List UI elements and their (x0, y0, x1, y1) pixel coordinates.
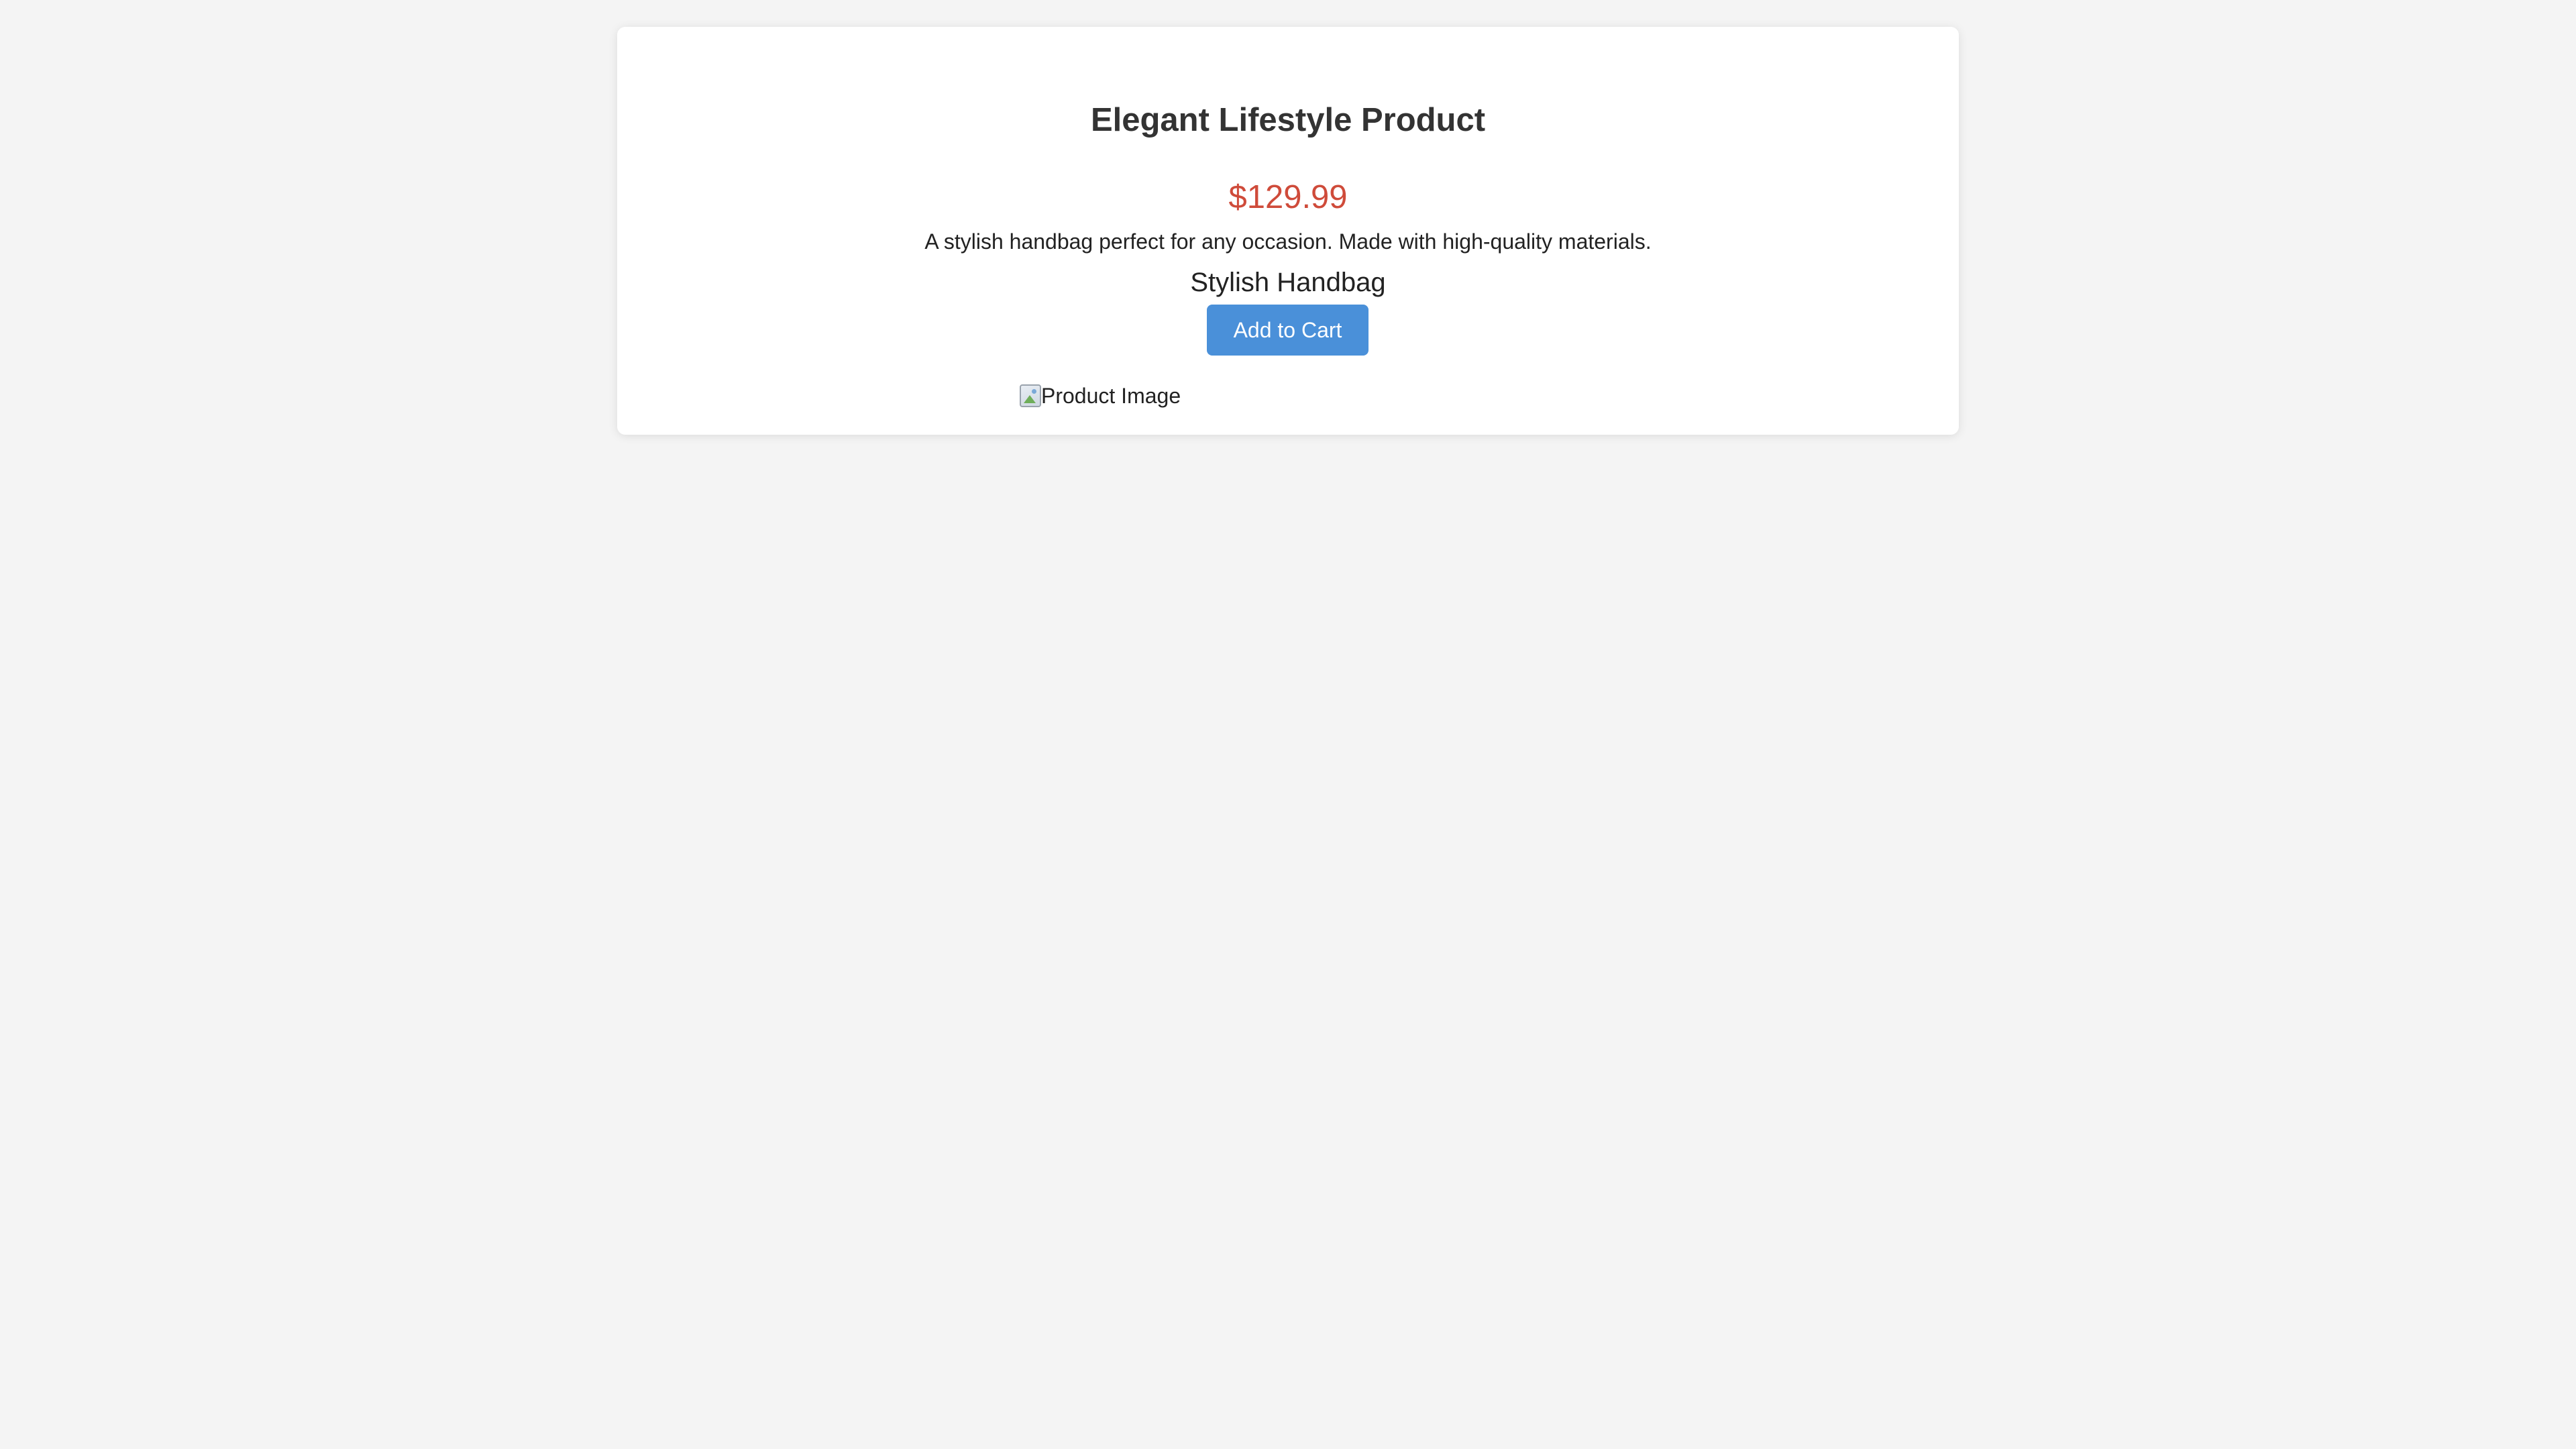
broken-image-icon (1020, 384, 1041, 407)
product-name: Stylish Handbag (1190, 268, 1386, 297)
product-price: $129.99 (1228, 179, 1348, 215)
add-to-cart-button[interactable]: Add to Cart (1207, 305, 1368, 356)
product-description: A stylish handbag perfect for any occasi… (924, 229, 1652, 254)
product-title: Elegant Lifestyle Product (1090, 102, 1486, 138)
product-card: Elegant Lifestyle Product $129.99 A styl… (617, 27, 1959, 435)
product-image-alt-text: Product Image (1041, 384, 1181, 408)
product-image: Product Image (1020, 381, 1181, 411)
